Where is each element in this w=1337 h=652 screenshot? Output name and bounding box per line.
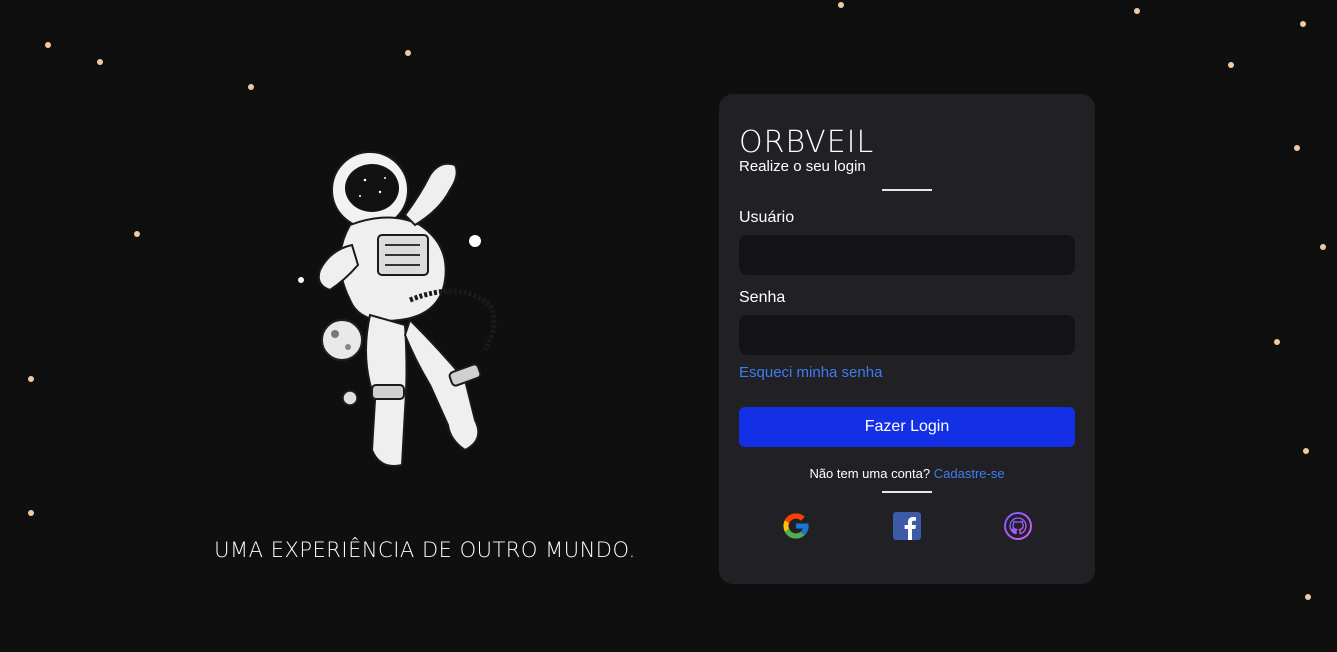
username-input[interactable]	[739, 235, 1075, 275]
login-card: ORBVEIL Realize o seu login Usuário Senh…	[719, 94, 1095, 584]
facebook-icon	[893, 512, 921, 540]
forgot-password-link[interactable]: Esqueci minha senha	[739, 364, 1075, 381]
star	[134, 231, 140, 237]
star	[28, 510, 34, 516]
brand-logo: ORBVEIL	[739, 125, 875, 160]
hero-section: UMA EXPERIÊNCIA DE OUTRO MUNDO.	[200, 150, 650, 590]
google-login-button[interactable]	[781, 511, 811, 541]
star	[1274, 339, 1280, 345]
astronaut-illustration	[298, 151, 497, 467]
star	[1134, 8, 1140, 14]
password-input[interactable]	[739, 315, 1075, 355]
star	[405, 50, 411, 56]
star	[1320, 244, 1326, 250]
divider	[882, 189, 932, 191]
google-icon	[783, 513, 809, 539]
star	[1228, 62, 1234, 68]
star	[28, 376, 34, 382]
star	[1300, 21, 1306, 27]
star	[1294, 145, 1300, 151]
star	[248, 84, 254, 90]
star	[97, 59, 103, 65]
password-label: Senha	[739, 289, 786, 306]
divider	[882, 491, 932, 493]
hero-tagline: UMA EXPERIÊNCIA DE OUTRO MUNDO.	[214, 538, 636, 562]
signup-row: Não tem uma conta? Cadastre-se	[739, 466, 1075, 481]
star	[1303, 448, 1309, 454]
facebook-login-button[interactable]	[892, 511, 922, 541]
star	[838, 2, 844, 8]
signup-link[interactable]: Cadastre-se	[934, 466, 1005, 481]
github-icon	[1004, 512, 1032, 540]
login-button[interactable]: Fazer Login	[739, 407, 1075, 447]
login-subtitle: Realize o seu login	[739, 158, 866, 175]
star	[45, 42, 51, 48]
username-label: Usuário	[739, 209, 795, 226]
social-login-row	[739, 511, 1075, 541]
github-login-button[interactable]	[1003, 511, 1033, 541]
signup-prompt: Não tem uma conta?	[809, 466, 931, 481]
star	[1305, 594, 1311, 600]
